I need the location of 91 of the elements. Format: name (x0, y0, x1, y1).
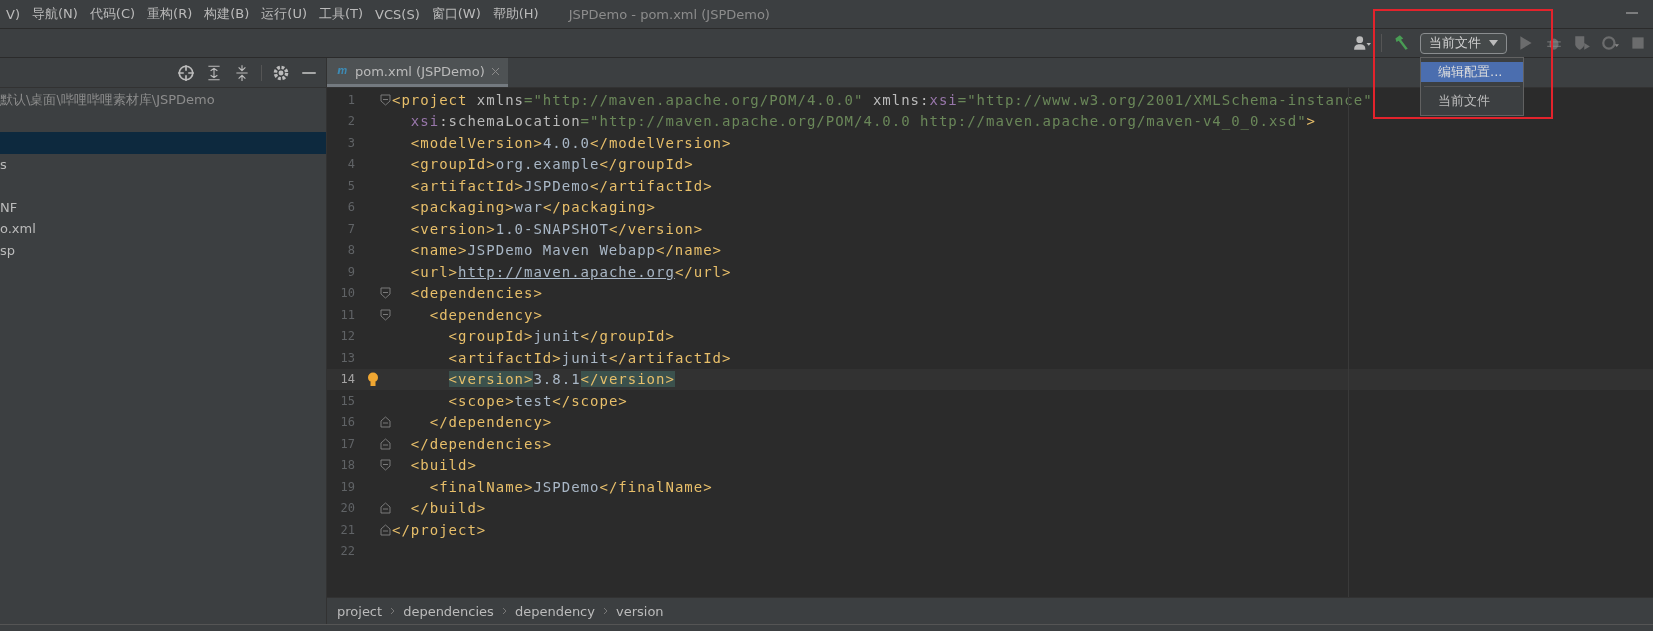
close-icon[interactable] (490, 66, 500, 76)
menu-item[interactable]: 窗口(W) (425, 5, 487, 23)
menu-item[interactable]: 工具(T) (313, 5, 370, 23)
menu-option[interactable]: 编辑配置... (1421, 61, 1523, 82)
editor-tab[interactable]: pom.xml (JSPDemo) (327, 58, 508, 87)
line-number: 12 (339, 329, 355, 344)
menu-item[interactable]: 代码(C) (83, 5, 142, 23)
chevron-icon (501, 607, 507, 615)
code-line: <finalName>JSPDemo</finalName> (428, 478, 713, 495)
code-line: <dependencies> (409, 285, 543, 302)
fold-icon[interactable] (380, 523, 391, 536)
code-line: <version>1.0-SNAPSHOT</version> (409, 220, 704, 237)
fold-icon[interactable] (380, 459, 391, 472)
code-line: <artifactId>junit</artifactId> (447, 349, 732, 366)
line-number: 11 (339, 307, 355, 322)
line-number: 15 (339, 393, 355, 408)
line-number: 18 (339, 458, 355, 473)
menu-item[interactable]: VCS(S) (369, 6, 426, 22)
code-line: </dependency> (428, 414, 553, 431)
shield-play-icon[interactable] (1573, 34, 1591, 52)
line-number: 22 (339, 544, 355, 559)
line-number: 21 (339, 522, 355, 537)
gauge-icon[interactable] (1601, 34, 1619, 52)
code-line: <groupId>junit</groupId> (447, 328, 675, 345)
code-line: <name>JSPDemo Maven Webapp</name> (409, 242, 723, 259)
line-number: 14 (339, 372, 355, 387)
code-line: <dependency> (428, 306, 543, 323)
line-number: 2 (346, 114, 355, 129)
code-line: <artifactId>JSPDemo</artifactId> (409, 177, 713, 194)
fold-icon[interactable] (380, 437, 391, 450)
run-config-dropdown[interactable]: 当前文件 (1420, 32, 1507, 54)
project-path[interactable]: 默认\桌面\哔哩哔哩素材库\JSPDemo (0, 89, 326, 111)
chevron-icon (602, 607, 608, 615)
breadcrumb[interactable]: project (337, 603, 383, 619)
line-number: 19 (339, 479, 355, 494)
maven-file-icon (335, 65, 349, 77)
caret-icon (1489, 40, 1498, 46)
code-line: </dependencies> (409, 435, 553, 452)
line-number: 16 (339, 415, 355, 430)
breadcrumb[interactable]: dependencies (403, 603, 494, 619)
lightbulb-icon[interactable] (367, 371, 379, 387)
menu-item[interactable]: 导航(N) (25, 5, 84, 23)
tree-row[interactable]: sp (0, 239, 326, 261)
fold-icon[interactable] (380, 308, 391, 321)
line-number: 6 (346, 200, 355, 215)
menu-option[interactable]: 当前文件 (1421, 90, 1523, 111)
line-number: 20 (339, 501, 355, 516)
line-number: 4 (346, 157, 355, 172)
tree-row[interactable]: NF (0, 196, 326, 218)
line-number: 8 (346, 243, 355, 258)
menu-item[interactable]: 重构(R) (141, 5, 199, 23)
code-line: <scope>test</scope> (447, 392, 628, 409)
menu-item[interactable]: 帮助(H) (486, 5, 545, 23)
line-number: 9 (346, 264, 355, 279)
code-line: <build> (409, 457, 477, 474)
code-line: xsi:schemaLocation="http://maven.apache.org/POM/4.0.0 http://maven.apache.org/maven-v4_0_0.xsd"> (409, 113, 1317, 130)
line-number: 1 (346, 92, 355, 107)
menu-item[interactable]: 运行(U) (255, 5, 313, 23)
line-number: 7 (346, 221, 355, 236)
code-line: <groupId>org.example</groupId> (409, 156, 694, 173)
tree-row[interactable]: o.xml (0, 218, 326, 240)
breadcrumb[interactable]: version (615, 603, 664, 619)
line-number: 3 (346, 135, 355, 150)
fold-icon[interactable] (380, 416, 391, 429)
chevron-icon (390, 607, 396, 615)
breadcrumb[interactable]: dependency (514, 603, 595, 619)
line-number: 13 (339, 350, 355, 365)
code-line: <url>http://maven.apache.org</url> (409, 263, 732, 280)
tree-row[interactable]: s (0, 153, 326, 175)
code-line: <modelVersion>4.0.0</modelVersion> (409, 134, 732, 151)
line-number: 10 (339, 286, 355, 301)
fold-icon[interactable] (380, 287, 391, 300)
code-line: <version>3.8.1</version> (447, 371, 675, 388)
menu-item[interactable]: V) (0, 6, 26, 22)
menu-item[interactable]: 构建(B) (198, 5, 256, 23)
fold-icon[interactable] (380, 502, 391, 515)
code-line: <project xmlns="http://maven.apache.org/POM/4.0.0" xmlns:xsi="http://www.w3.org/2001/XMLSchema-instance" (392, 91, 1373, 108)
crosshair-icon[interactable] (177, 63, 195, 82)
stop-icon[interactable] (1629, 34, 1647, 52)
line-number: 5 (346, 178, 355, 193)
window-title: JSPDemo - pom.xml (JSPDemo) (568, 6, 770, 22)
hammer-icon[interactable] (1392, 34, 1410, 52)
fold-icon[interactable] (380, 93, 391, 106)
code-line: </project> (392, 521, 487, 538)
expand-all-icon[interactable] (205, 63, 223, 82)
code-line: </build> (409, 500, 487, 517)
code-line: <packaging>war</packaging> (409, 199, 657, 216)
user-icon[interactable] (1353, 34, 1371, 52)
settings-icon[interactable] (272, 63, 290, 82)
collapse-all-icon[interactable] (233, 63, 251, 82)
line-number: 17 (339, 436, 355, 451)
